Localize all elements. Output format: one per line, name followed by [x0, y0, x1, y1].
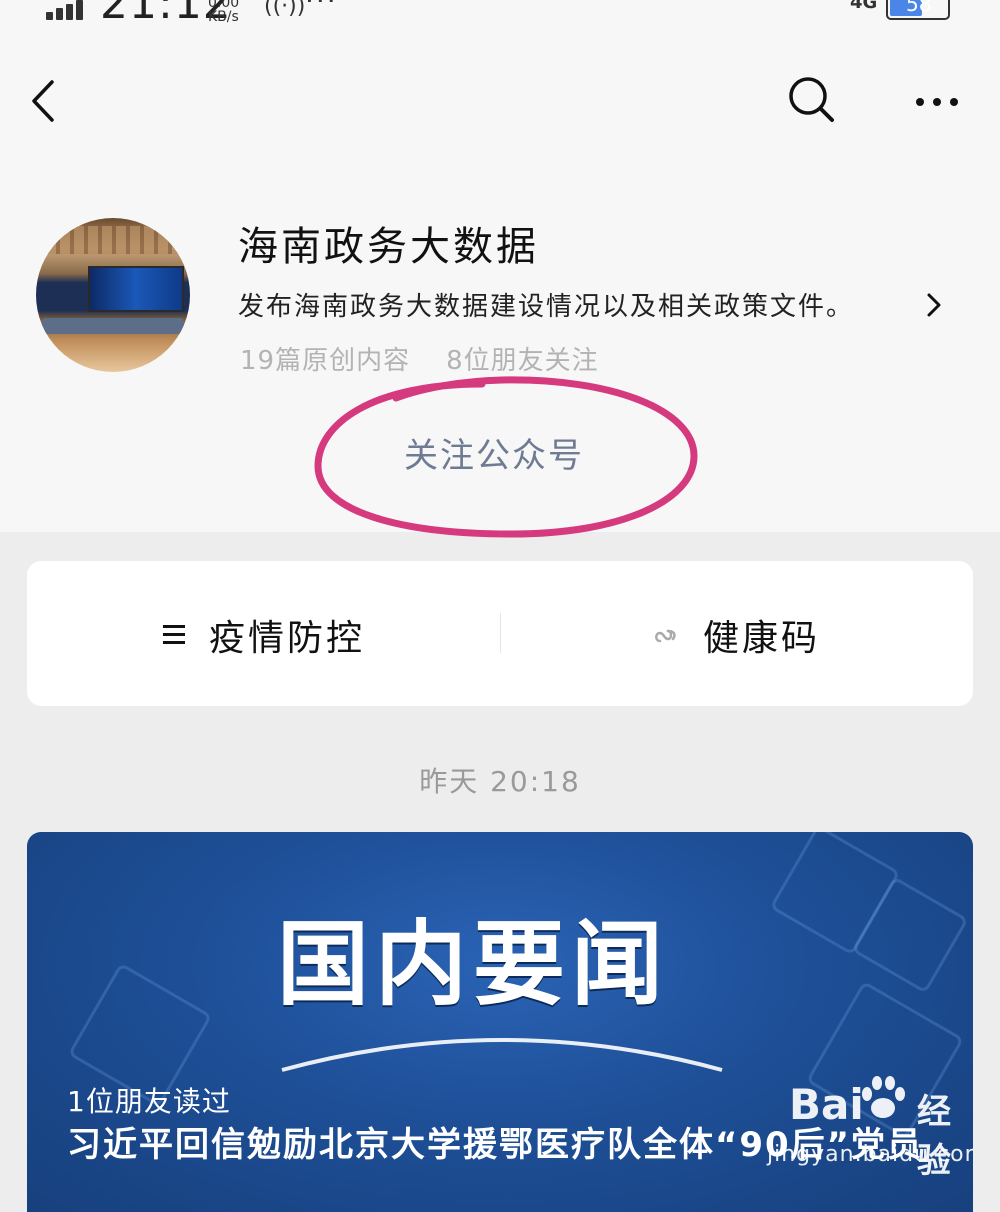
- avatar[interactable]: [36, 218, 190, 372]
- top-nav-bar: [0, 24, 1000, 174]
- menu-item-label: 健康码: [703, 618, 821, 659]
- chevron-left-icon[interactable]: [26, 76, 66, 126]
- account-name: 海南政务大数据: [238, 224, 539, 270]
- network-type: 4G: [850, 0, 878, 13]
- more-dots-icon[interactable]: [912, 82, 962, 122]
- network-speed: 0.00 KB/s: [208, 0, 240, 24]
- message-timestamp: 昨天 20:18: [419, 765, 581, 798]
- signal-icon: [46, 0, 90, 20]
- article-card[interactable]: 国内要闻 1位朋友读过 习近平回信勉励北京大学援鄂医疗队全体“90后”党员 Ba…: [27, 832, 973, 1212]
- status-more-icon: ···: [305, 0, 338, 17]
- menu-item-health-code[interactable]: 健康码: [503, 561, 973, 706]
- paw-icon: [862, 1076, 905, 1118]
- article-banner-title: 国内要闻: [277, 911, 670, 1018]
- battery-level: 58: [906, 0, 932, 16]
- menu-bar: 疫情防控 健康码: [27, 561, 973, 706]
- chevron-right-icon[interactable]: [924, 292, 944, 318]
- search-icon[interactable]: [784, 72, 838, 126]
- hotspot-icon: ((·)): [264, 0, 306, 19]
- mini-program-icon: [655, 629, 676, 643]
- list-icon: [163, 625, 185, 645]
- menu-divider: [500, 613, 501, 653]
- account-description[interactable]: 发布海南政务大数据建设情况以及相关政策文件。: [238, 286, 854, 323]
- menu-item-epidemic-control[interactable]: 疫情防控: [27, 561, 497, 706]
- baidu-jingyan-watermark: Bai 经验 jingyan.baidu.com: [767, 1076, 973, 1181]
- banner-arc: [281, 1038, 723, 1072]
- follow-account-button[interactable]: 关注公众号: [404, 428, 584, 477]
- menu-item-label: 疫情防控: [209, 618, 366, 659]
- battery-icon: 58: [886, 0, 950, 20]
- account-profile: 海南政务大数据 发布海南政务大数据建设情况以及相关政策文件。 19篇原创内容 8位…: [0, 174, 1000, 538]
- friends-read-label: 1位朋友读过: [67, 1085, 231, 1118]
- status-bar: 21:12 0.00KB/s ((·)) ··· 4G 58: [0, 0, 1000, 24]
